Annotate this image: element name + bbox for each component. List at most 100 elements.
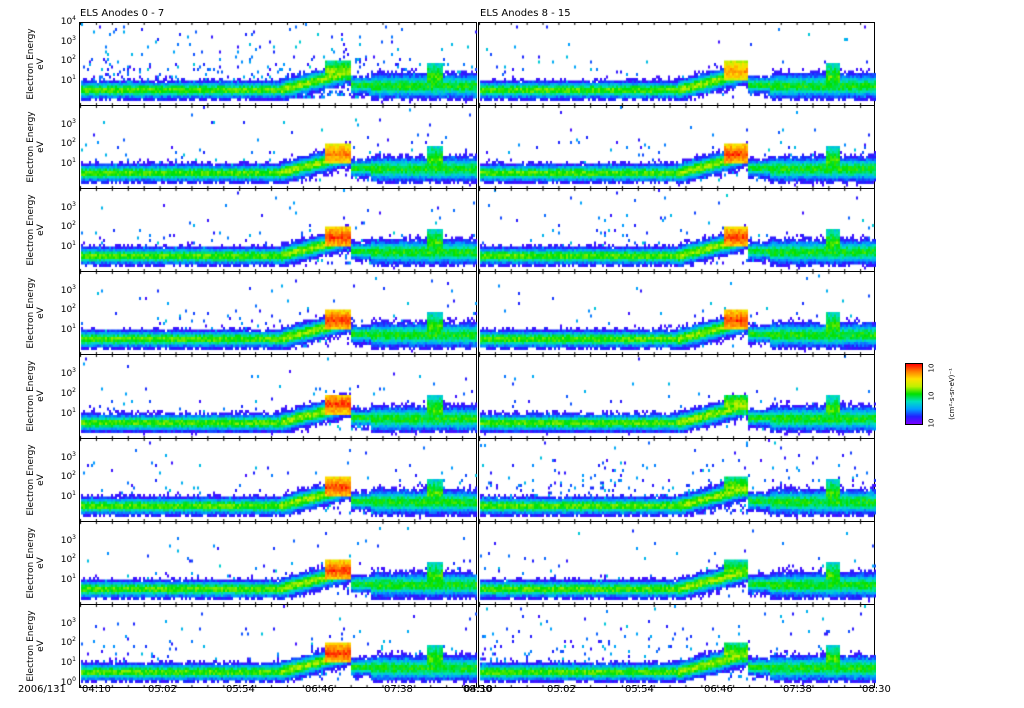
y-tick-label: 103 xyxy=(60,533,76,546)
spectrogram-heatmap xyxy=(479,522,876,605)
y-axis-title: Electron Energy xyxy=(26,443,36,516)
x-tick-label: 04:10 xyxy=(82,684,111,695)
y-axis-title: Electron Energy xyxy=(26,193,36,266)
y-axis-unit: eV xyxy=(36,390,46,402)
spectrogram-panel-anode-13 xyxy=(478,438,876,522)
spectrogram-panel-anode-5 xyxy=(79,438,478,522)
spectrogram-panel-anode-7 xyxy=(79,604,478,688)
spectrogram-panel-anode-4 xyxy=(79,354,478,439)
spectrogram-heatmap xyxy=(479,605,876,688)
y-tick-label: 102 xyxy=(60,636,76,649)
spectrogram-heatmap xyxy=(80,189,478,272)
spectrogram-panel-anode-1 xyxy=(79,105,478,189)
y-tick-label: 101 xyxy=(60,406,76,419)
spectrogram-panel-anode-2 xyxy=(79,188,478,272)
colorbar-tick: 10 xyxy=(927,363,936,373)
spectrogram-heatmap xyxy=(80,272,478,355)
title-right: ELS Anodes 8 - 15 xyxy=(480,8,571,19)
y-axis-title: Electron Energy xyxy=(26,526,36,599)
x-tick-label: 08:30 xyxy=(862,684,891,695)
date-label: 2006/131 xyxy=(18,684,66,695)
spectrogram-heatmap xyxy=(80,23,478,106)
spectrogram-heatmap xyxy=(80,106,478,189)
y-tick-label: 103 xyxy=(60,34,76,47)
y-tick-label: 101 xyxy=(60,489,76,502)
spectrogram-panel-anode-0 xyxy=(79,22,478,106)
colorbar xyxy=(905,363,923,425)
title-left: ELS Anodes 0 - 7 xyxy=(80,8,165,19)
y-tick-label: 103 xyxy=(60,366,76,379)
spectrogram-panel-anode-3 xyxy=(79,271,478,355)
y-tick-label: 103 xyxy=(60,117,76,130)
y-tick-label: 101 xyxy=(60,73,76,86)
x-tick-label: 06:46 xyxy=(305,684,334,695)
y-axis-label: Electron Energy eV xyxy=(26,24,46,104)
y-axis-title: Electron Energy xyxy=(26,609,36,682)
y-tick-label: 101 xyxy=(60,239,76,252)
y-tick-label: 101 xyxy=(60,322,76,335)
y-axis-title: Electron Energy xyxy=(26,360,36,432)
colorbar-tick: 10 xyxy=(927,418,936,428)
spectrogram-panel-anode-15 xyxy=(478,604,876,688)
x-tick-label: 05:02 xyxy=(148,684,177,695)
x-tick-label: 04:10 xyxy=(464,684,493,695)
y-tick-label: 101 xyxy=(60,156,76,169)
y-axis-unit: eV xyxy=(36,473,46,486)
y-axis-label: Electron Energy eV xyxy=(26,606,46,686)
spectrogram-panel-anode-9 xyxy=(478,105,876,189)
y-tick-label: 101 xyxy=(60,572,76,585)
spectrogram-heatmap xyxy=(479,189,876,272)
spectrogram-panel-anode-11 xyxy=(478,271,876,355)
x-tick-label: 05:02 xyxy=(547,684,576,695)
spectrogram-heatmap xyxy=(80,439,478,522)
spectrogram-heatmap xyxy=(80,522,478,605)
y-tick-label: 103 xyxy=(60,283,76,296)
y-tick-label: 102 xyxy=(60,470,76,483)
y-tick-label: 103 xyxy=(60,450,76,463)
x-tick-label: 05:54 xyxy=(625,684,654,695)
y-axis-label: Electron Energy eV xyxy=(26,190,46,270)
y-axis-unit: eV xyxy=(36,556,46,569)
spectrogram-heatmap xyxy=(479,23,876,106)
y-axis-unit: eV xyxy=(36,140,46,153)
y-tick-label: 103 xyxy=(60,616,76,629)
spectrogram-panel-anode-14 xyxy=(478,521,876,605)
x-tick-label: 05:54 xyxy=(226,684,255,695)
y-axis-label: Electron Energy eV xyxy=(26,440,46,520)
y-axis-title: Electron Energy xyxy=(26,27,36,100)
y-axis-title: Electron Energy xyxy=(26,110,36,183)
y-tick-label: 102 xyxy=(60,54,76,67)
y-tick-label: 102 xyxy=(60,553,76,566)
colorbar-label: (cm²-s-sr-eV)⁻¹ xyxy=(948,368,956,420)
y-axis-unit: eV xyxy=(36,57,46,70)
x-tick-label: 07:38 xyxy=(783,684,812,695)
spectrogram-heatmap xyxy=(479,355,876,439)
spectrogram-panel-anode-10 xyxy=(478,188,876,272)
spectrogram-panel-anode-8 xyxy=(478,22,876,106)
y-tick-label: 102 xyxy=(60,303,76,316)
y-axis-unit: eV xyxy=(36,223,46,236)
y-tick-label: 102 xyxy=(60,386,76,399)
spectrogram-heatmap xyxy=(479,272,876,355)
spectrogram-heatmap xyxy=(479,106,876,189)
x-tick-label: 06:46 xyxy=(704,684,733,695)
spectrogram-heatmap xyxy=(479,439,876,522)
y-axis-title: Electron Energy xyxy=(26,276,36,349)
y-axis-unit: eV xyxy=(36,639,46,652)
y-tick-label: 101 xyxy=(60,655,76,668)
y-axis-label: Electron Energy eV xyxy=(26,523,46,603)
y-tick-label: 104 xyxy=(60,15,76,27)
colorbar-tick: 10 xyxy=(927,391,936,401)
y-tick-label: 103 xyxy=(60,200,76,213)
y-axis-unit: eV xyxy=(36,306,46,319)
y-axis-label: Electron Energy eV xyxy=(26,107,46,187)
y-tick-label: 102 xyxy=(60,220,76,233)
spectrogram-panel-anode-6 xyxy=(79,521,478,605)
y-tick-label: 102 xyxy=(60,137,76,150)
y-axis-label: Electron Energy eV xyxy=(26,356,46,436)
spectrogram-panel-anode-12 xyxy=(478,354,876,439)
spectrogram-heatmap xyxy=(80,605,478,688)
y-axis-label: Electron Energy eV xyxy=(26,273,46,353)
spectrogram-heatmap xyxy=(80,355,478,439)
x-tick-label: 07:38 xyxy=(384,684,413,695)
